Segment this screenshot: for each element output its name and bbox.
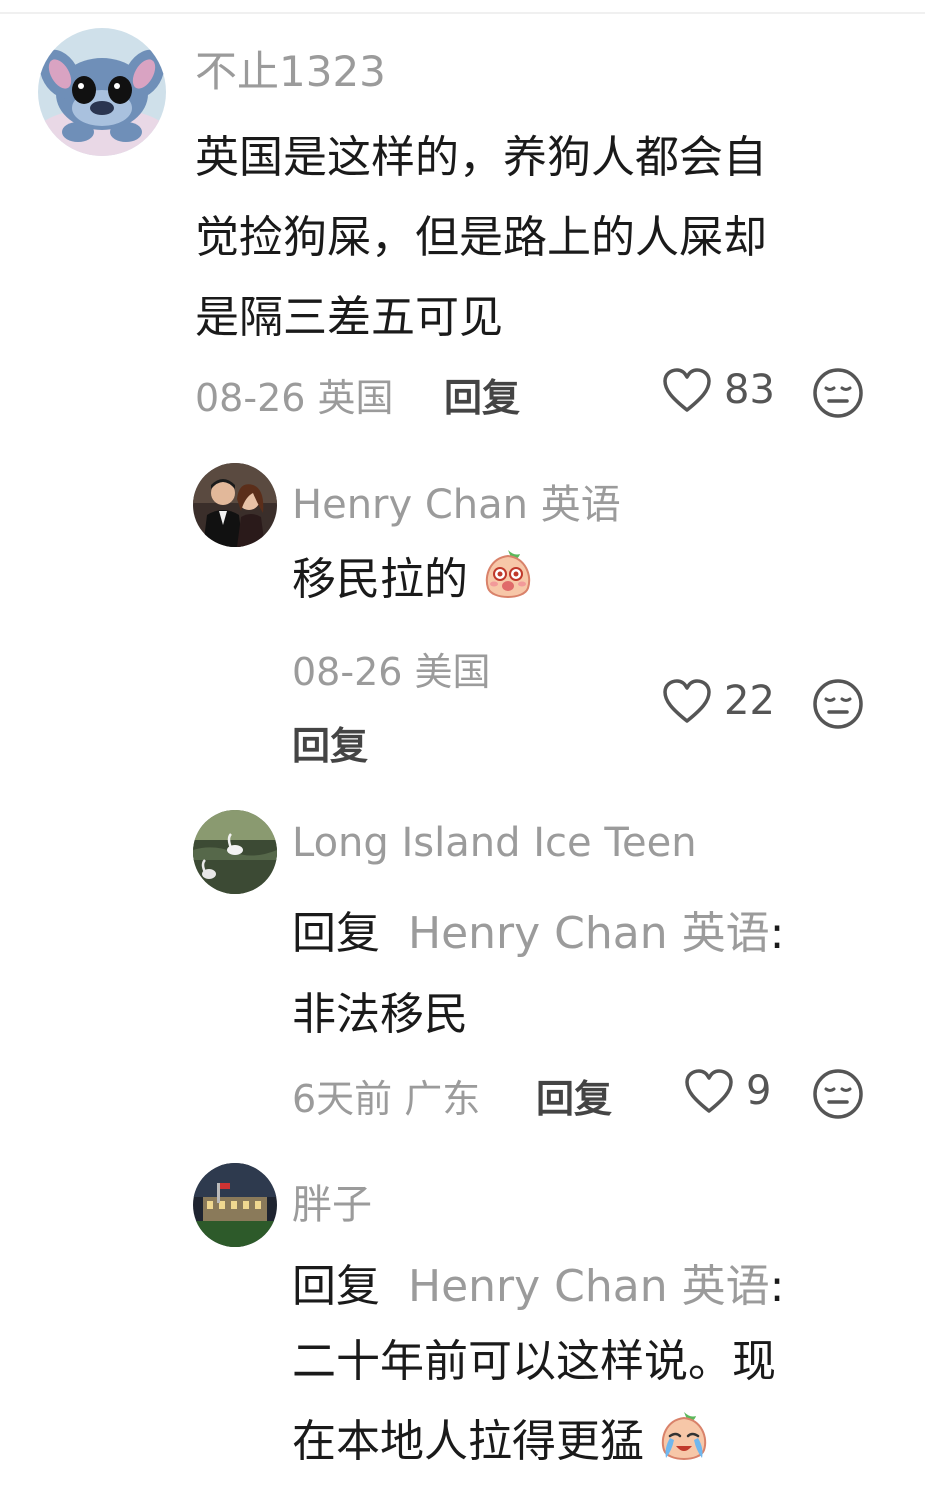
reply-meta: 6天前 广东	[292, 1068, 480, 1123]
react-button[interactable]	[812, 1068, 864, 1120]
reply-username[interactable]: 胖子	[292, 1172, 372, 1230]
reply-text-content: 移民拉的	[292, 554, 468, 605]
comment-text-line: 是隔三差五可见	[195, 292, 503, 343]
reply-prefix: 回复	[292, 908, 380, 959]
reply-button[interactable]: 回复	[292, 715, 368, 770]
like-count: 9	[746, 1068, 772, 1114]
peach-shy-emoji-icon	[480, 546, 536, 623]
like-button[interactable]: 9	[684, 1068, 771, 1114]
reply-target-username[interactable]: Henry Chan 英语	[408, 908, 770, 959]
comment-thread: 不止1323 英国是这样的，养狗人都会自 觉捡狗屎，但是路上的人屎却 是隔三差五…	[0, 0, 925, 1511]
reply-button[interactable]: 回复	[444, 367, 520, 422]
reply-header: 回复 Henry Chan 英语:	[292, 1250, 784, 1314]
reply-prefix: 回复	[292, 1261, 380, 1312]
couple-photo-avatar-icon	[193, 463, 277, 547]
heart-outline-icon	[663, 679, 711, 723]
reply-colon: :	[769, 1261, 785, 1312]
reply-header: 回复 Henry Chan 英语:	[292, 897, 784, 961]
reply-username[interactable]: Long Island Ice Teen	[292, 820, 697, 866]
comment-text-line: 英国是这样的，养狗人都会自	[195, 132, 767, 183]
reply-target-username[interactable]: Henry Chan 英语	[408, 1261, 770, 1312]
heart-outline-icon	[685, 1069, 733, 1113]
reply-location: 广东	[404, 1077, 481, 1121]
avatar[interactable]	[193, 1163, 277, 1247]
reply-meta: 08-26 美国	[292, 641, 491, 696]
comment-meta: 08-26 英国	[195, 367, 394, 422]
reply-location: 美国	[414, 650, 491, 694]
avatar[interactable]	[38, 28, 166, 156]
comment-text-line: 觉捡狗屎，但是路上的人屎却	[195, 212, 767, 263]
reply-colon: :	[769, 908, 785, 959]
comment-username[interactable]: 不止1323	[195, 38, 386, 99]
like-count: 83	[724, 367, 775, 413]
reply-date: 6天前	[292, 1077, 393, 1121]
react-button[interactable]	[812, 367, 864, 419]
like-button[interactable]: 22	[662, 678, 775, 724]
reply-text: 移民拉的	[292, 545, 536, 623]
reply-text: 二十年前可以这样说。现 在本地人拉得更猛	[292, 1322, 776, 1490]
react-button[interactable]	[812, 678, 864, 730]
reply-text-line: 在本地人拉得更猛	[292, 1402, 776, 1490]
heart-outline-icon	[663, 368, 711, 412]
reply-text-line: 二十年前可以这样说。现	[292, 1336, 776, 1387]
comment-location: 英国	[317, 376, 394, 420]
reply-button[interactable]: 回复	[536, 1068, 612, 1123]
peach-crying-emoji-icon	[656, 1408, 712, 1490]
avatar[interactable]	[193, 810, 277, 894]
reply-date: 08-26	[292, 650, 403, 694]
reply-username[interactable]: Henry Chan 英语	[292, 472, 621, 530]
neutral-face-icon	[813, 368, 863, 418]
like-button[interactable]: 83	[662, 367, 775, 413]
neutral-face-icon	[813, 679, 863, 729]
comment-text: 英国是这样的，养狗人都会自 觉捡狗屎，但是路上的人屎却 是隔三差五可见	[195, 118, 767, 358]
comment-date: 08-26	[195, 376, 306, 420]
like-count: 22	[724, 678, 775, 724]
night-building-avatar-icon	[193, 1163, 277, 1247]
divider	[0, 12, 925, 14]
reply-meta-cutoff	[292, 1500, 832, 1511]
swan-photo-avatar-icon	[193, 810, 277, 894]
avatar[interactable]	[193, 463, 277, 547]
neutral-face-icon	[813, 1069, 863, 1119]
stitch-avatar-icon	[38, 28, 166, 156]
reply-text: 非法移民	[292, 989, 468, 1040]
